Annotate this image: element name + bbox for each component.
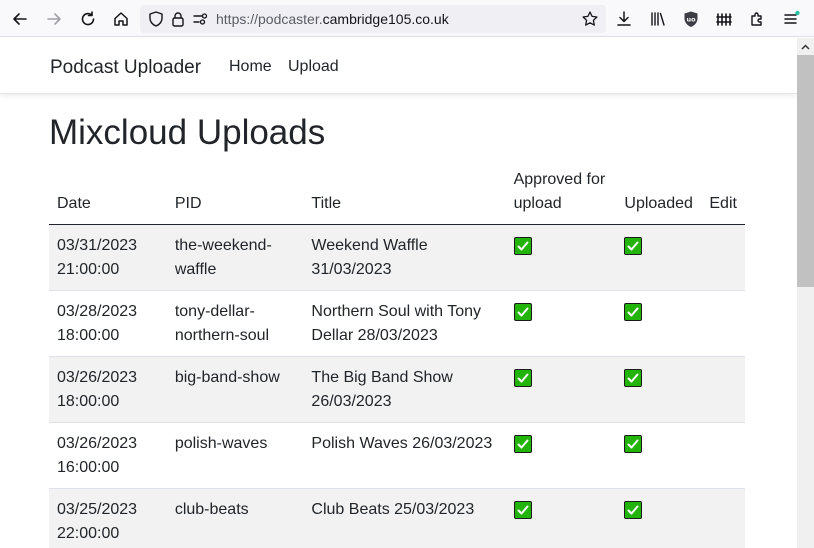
cell-approved bbox=[505, 488, 617, 548]
cell-uploaded bbox=[616, 224, 702, 291]
cell-approved bbox=[505, 422, 617, 489]
menu-icon[interactable] bbox=[781, 9, 801, 29]
checkmark-icon bbox=[513, 501, 532, 519]
header-edit: Edit bbox=[701, 164, 745, 225]
url-bar[interactable]: https://podcaster.cambridge105.co.uk bbox=[140, 5, 606, 33]
checkmark-icon bbox=[624, 369, 643, 387]
cell-approved bbox=[505, 224, 617, 291]
nav-link-upload[interactable]: Upload bbox=[288, 58, 339, 76]
cell-pid: club-beats bbox=[166, 488, 304, 548]
header-uploaded: Uploaded bbox=[616, 164, 702, 225]
checkmark-icon bbox=[513, 303, 532, 321]
header-title: Title bbox=[303, 164, 506, 225]
reload-icon[interactable] bbox=[78, 9, 98, 29]
scrollbar[interactable] bbox=[797, 38, 814, 548]
cell-pid: the-weekend-waffle bbox=[166, 224, 304, 291]
scroll-thumb[interactable] bbox=[797, 55, 814, 287]
cell-date: 03/26/2023 16:00:00 bbox=[49, 422, 167, 489]
header-pid: PID bbox=[166, 164, 304, 225]
brand-link[interactable]: Podcast Uploader bbox=[50, 57, 201, 79]
cell-title: Northern Soul with Tony Dellar 28/03/202… bbox=[303, 290, 506, 357]
checkmark-icon bbox=[624, 303, 643, 321]
table-row: 03/25/2023 22:00:00 club-beats Club Beats … bbox=[49, 488, 745, 548]
permissions-icon[interactable] bbox=[190, 9, 210, 29]
ublock-icon[interactable]: uo bbox=[681, 9, 701, 29]
cell-pid: polish-waves bbox=[166, 422, 304, 489]
table-row: 03/26/2023 18:00:00 big-band-show The Big … bbox=[49, 356, 745, 423]
cell-uploaded bbox=[616, 290, 702, 357]
bookmark-star-icon[interactable] bbox=[580, 9, 600, 29]
table-row: 03/28/2023 18:00:00 tony-dellar-northern-… bbox=[49, 290, 745, 357]
cell-edit[interactable] bbox=[701, 488, 745, 548]
cell-edit[interactable] bbox=[701, 290, 745, 357]
table-header-row: Date PID Title Approved for upload Uploa… bbox=[49, 164, 745, 225]
cell-date: 03/31/2023 21:00:00 bbox=[49, 224, 167, 291]
cell-uploaded bbox=[616, 422, 702, 489]
header-date: Date bbox=[49, 164, 167, 225]
checkmark-icon bbox=[513, 435, 532, 453]
uploads-table: Date PID Title Approved for upload Uploa… bbox=[49, 164, 745, 548]
cell-date: 03/28/2023 18:00:00 bbox=[49, 290, 167, 357]
extensions-icon[interactable] bbox=[747, 9, 767, 29]
cell-uploaded bbox=[616, 356, 702, 423]
cell-date: 03/26/2023 18:00:00 bbox=[49, 356, 167, 423]
cell-title: The Big Band Show 26/03/2023 bbox=[303, 356, 506, 423]
checkmark-icon bbox=[513, 369, 532, 387]
browser-toolbar: https://podcaster.cambridge105.co.uk uo bbox=[0, 0, 814, 37]
navbar: Podcast Uploader Home Upload bbox=[0, 38, 797, 94]
cell-pid: tony-dellar-northern-soul bbox=[166, 290, 304, 357]
lock-icon[interactable] bbox=[168, 9, 188, 29]
extension-fence-icon[interactable] bbox=[714, 9, 734, 29]
cell-approved bbox=[505, 290, 617, 357]
cell-edit[interactable] bbox=[701, 356, 745, 423]
header-approved: Approved for upload bbox=[505, 164, 617, 225]
cell-title: Polish Waves 26/03/2023 bbox=[303, 422, 506, 489]
forward-icon[interactable] bbox=[44, 9, 64, 29]
checkmark-icon bbox=[624, 237, 643, 255]
page-title: Mixcloud Uploads bbox=[49, 113, 326, 152]
cell-title: Weekend Waffle 31/03/2023 bbox=[303, 224, 506, 291]
cell-uploaded bbox=[616, 488, 702, 548]
checkmark-icon bbox=[624, 435, 643, 453]
scroll-up-arrow-icon[interactable] bbox=[797, 38, 814, 55]
table-row: 03/26/2023 16:00:00 polish-waves Polish Wa… bbox=[49, 422, 745, 489]
checkmark-icon bbox=[513, 237, 532, 255]
home-icon[interactable] bbox=[111, 9, 131, 29]
cell-approved bbox=[505, 356, 617, 423]
downloads-icon[interactable] bbox=[614, 9, 634, 29]
url-text[interactable]: https://podcaster.cambridge105.co.uk bbox=[216, 11, 449, 27]
svg-text:uo: uo bbox=[686, 16, 696, 24]
cell-edit[interactable] bbox=[701, 422, 745, 489]
shield-icon[interactable] bbox=[146, 9, 166, 29]
cell-date: 03/25/2023 22:00:00 bbox=[49, 488, 167, 548]
cell-edit[interactable] bbox=[701, 224, 745, 291]
table-row: 03/31/2023 21:00:00 the-weekend-waffle Wee… bbox=[49, 224, 745, 291]
cell-pid: big-band-show bbox=[166, 356, 304, 423]
checkmark-icon bbox=[624, 501, 643, 519]
back-icon[interactable] bbox=[10, 9, 30, 29]
cell-title: Club Beats 25/03/2023 bbox=[303, 488, 506, 548]
library-icon[interactable] bbox=[648, 9, 668, 29]
nav-link-home[interactable]: Home bbox=[229, 58, 272, 76]
